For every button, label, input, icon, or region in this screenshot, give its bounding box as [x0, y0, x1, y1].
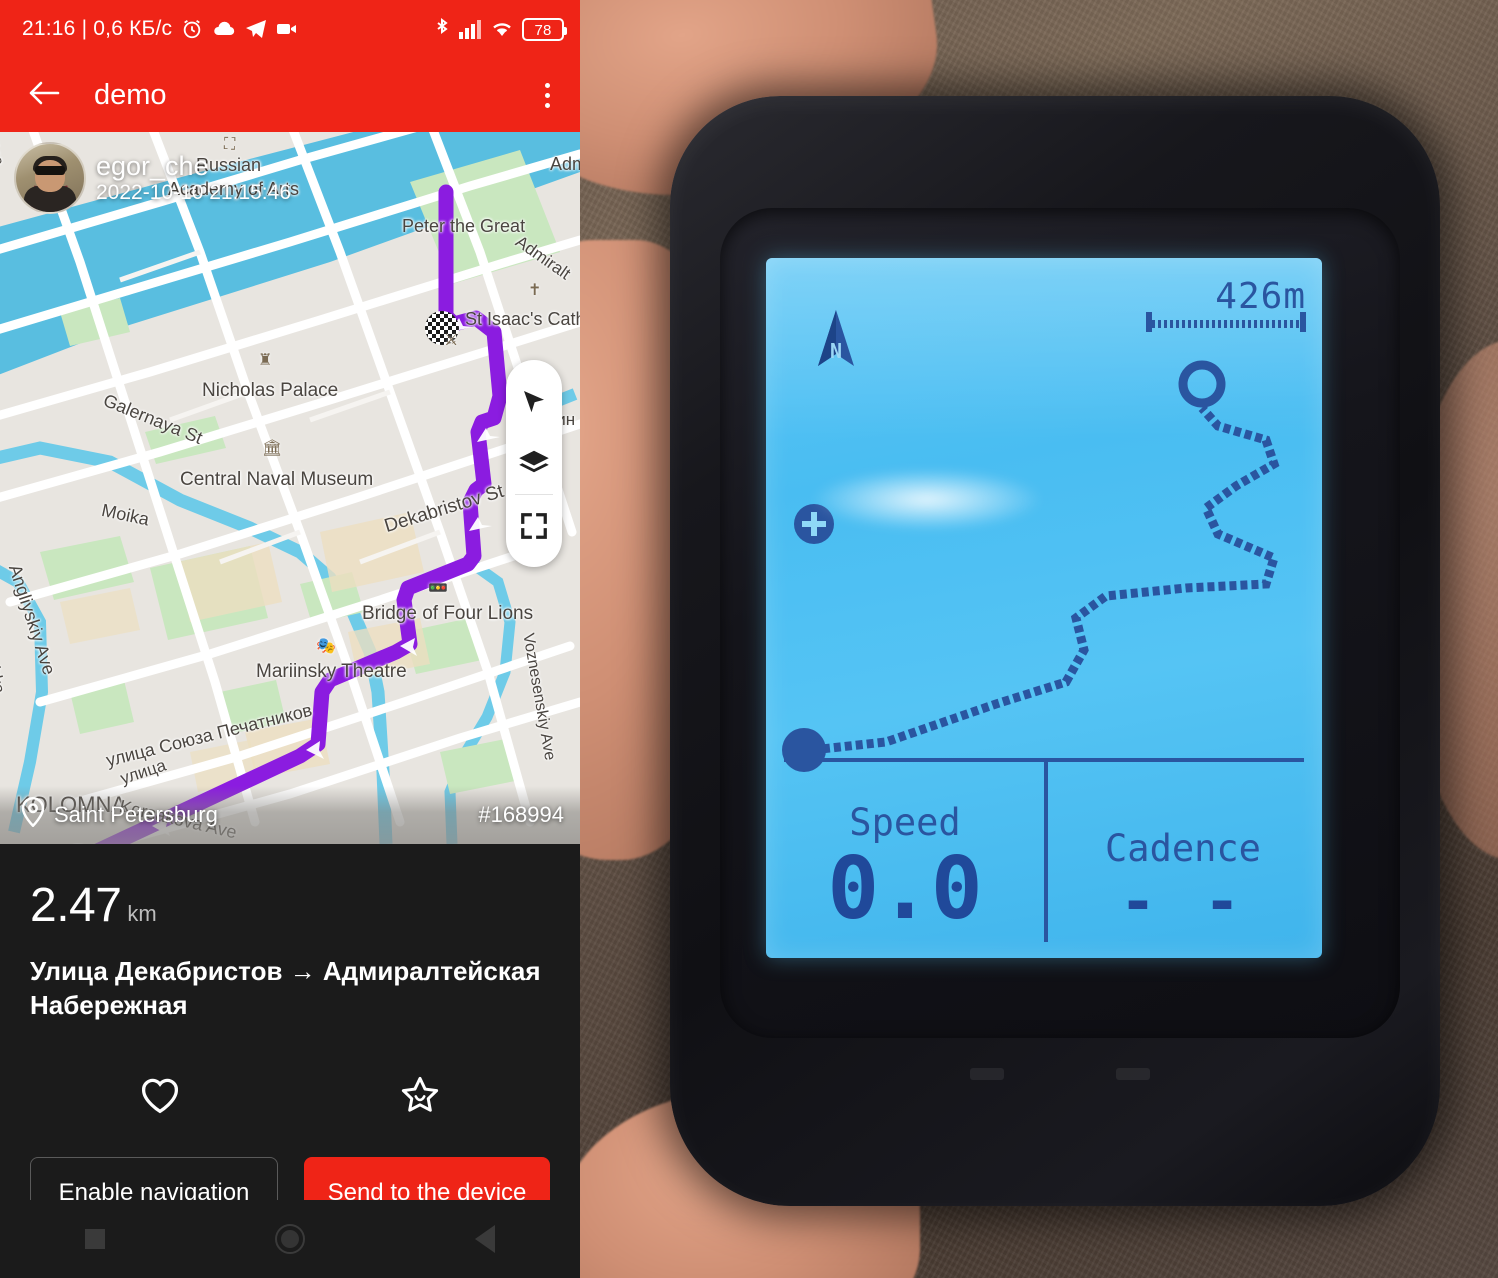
cadence-field: Cadence - -	[1044, 827, 1322, 932]
status-bar-left: 21:16 | 0,6 КБ/с	[22, 17, 298, 41]
page-title: demo	[94, 78, 167, 111]
android-navigation-bar	[0, 1200, 580, 1278]
distance-row: 2.47 km	[30, 878, 550, 933]
cadence-value: - -	[1119, 867, 1247, 937]
poi-church-icon: ✝	[528, 282, 542, 299]
heart-icon	[138, 1075, 182, 1120]
case-button-right[interactable]	[1116, 1068, 1150, 1080]
map-label: Central Naval Museum	[180, 469, 374, 490]
map-label: Adm	[550, 154, 580, 174]
gps-device-photo: N 426m Speed 0.0 Cadence - -	[580, 0, 1498, 1278]
status-bar: 21:16 | 0,6 КБ/с 78	[0, 0, 580, 58]
telegram-icon	[245, 19, 267, 39]
map-label: Nicholas Palace	[202, 380, 339, 401]
cellular-signal-icon	[458, 19, 482, 39]
avatar	[14, 142, 86, 214]
poi-theatre-icon: 🎭	[316, 638, 336, 655]
map-view[interactable]: ⛶ ⚔ ✝ ♜ 🏛 🚥 🎭 Russian Academy of Arts Adm P…	[0, 132, 580, 844]
favorite-button[interactable]	[30, 1063, 290, 1133]
poi-monument-icon: ⚔	[444, 332, 459, 349]
place-info: Saint Petersburg	[20, 796, 218, 833]
alarm-icon	[181, 18, 203, 40]
video-icon	[276, 21, 298, 37]
device-lcd-screen: N 426m Speed 0.0 Cadence - -	[766, 258, 1322, 958]
poi-castle-icon: ♜	[258, 352, 273, 369]
back-arrow-icon[interactable]	[28, 79, 60, 112]
map-footer: Saint Petersburg #168994	[0, 786, 580, 844]
phone-screen: 21:16 | 0,6 КБ/с 78 demo ⛶ ⚔ ✝ ♜ 🏛 🚥 🎭 R…	[0, 0, 580, 1278]
navigation-arrow-icon[interactable]	[506, 370, 562, 432]
cadence-label: Cadence	[1105, 827, 1261, 870]
rate-button[interactable]	[290, 1063, 550, 1133]
author-timestamp: 2022-10-10 21:15:46	[96, 181, 291, 205]
track-id: #168994	[478, 802, 564, 827]
speed-field: Speed 0.0	[766, 801, 1044, 932]
circle-home-icon[interactable]	[275, 1224, 305, 1254]
speed-label: Speed	[849, 801, 961, 844]
author-name: egor_che	[96, 151, 209, 182]
layers-icon[interactable]	[506, 432, 562, 494]
lcd-end-marker	[1178, 360, 1226, 408]
track-author-overlay: egor_che 2022-10-10 21:15:46	[14, 142, 291, 214]
triangle-back-icon[interactable]	[475, 1225, 495, 1253]
bluetooth-icon	[434, 18, 450, 40]
square-recents-icon[interactable]	[85, 1229, 105, 1249]
cloud-icon	[212, 20, 236, 38]
distance-unit: km	[127, 901, 157, 926]
map-label: St Isaac's Cathe	[465, 309, 580, 329]
location-pin-icon	[20, 796, 46, 833]
place-name: Saint Petersburg	[54, 802, 218, 827]
screenshot-root: 21:16 | 0,6 КБ/с 78 demo ⛶ ⚔ ✝ ♜ 🏛 🚥 🎭 R…	[0, 0, 1498, 1278]
poi-museum2-icon: 🏛	[262, 440, 283, 457]
battery-indicator: 78	[522, 17, 567, 41]
poi-bridge-icon: 🚥	[428, 580, 448, 597]
route-name: Улица Декабристов → Адмиралтейская Набер…	[30, 956, 541, 1020]
status-time-traffic: 21:16 | 0,6 КБ/с	[22, 17, 173, 40]
speed-value: 0.0	[827, 839, 983, 939]
map-label: Bridge of Four Lions	[362, 603, 534, 624]
fullscreen-icon[interactable]	[506, 495, 562, 557]
lcd-glare-spot	[810, 468, 1044, 531]
map-label: Mariinsky Theatre	[256, 661, 407, 682]
quick-actions-row	[30, 1063, 550, 1133]
map-controls	[506, 360, 562, 567]
star-icon	[398, 1074, 442, 1121]
wifi-icon	[490, 19, 514, 39]
kebab-menu-icon[interactable]	[535, 75, 560, 116]
status-bar-right: 78	[434, 17, 567, 41]
track-info-panel: 2.47 km Улица Декабристов → Адмиралтейск…	[0, 844, 580, 1229]
distance-value: 2.47	[30, 879, 122, 932]
lcd-start-marker	[782, 728, 826, 772]
case-button-left[interactable]	[970, 1068, 1004, 1080]
app-bar: demo	[0, 58, 580, 132]
track-author-meta: egor_che 2022-10-10 21:15:46	[96, 151, 291, 205]
map-label: Peter the Great	[402, 216, 526, 236]
